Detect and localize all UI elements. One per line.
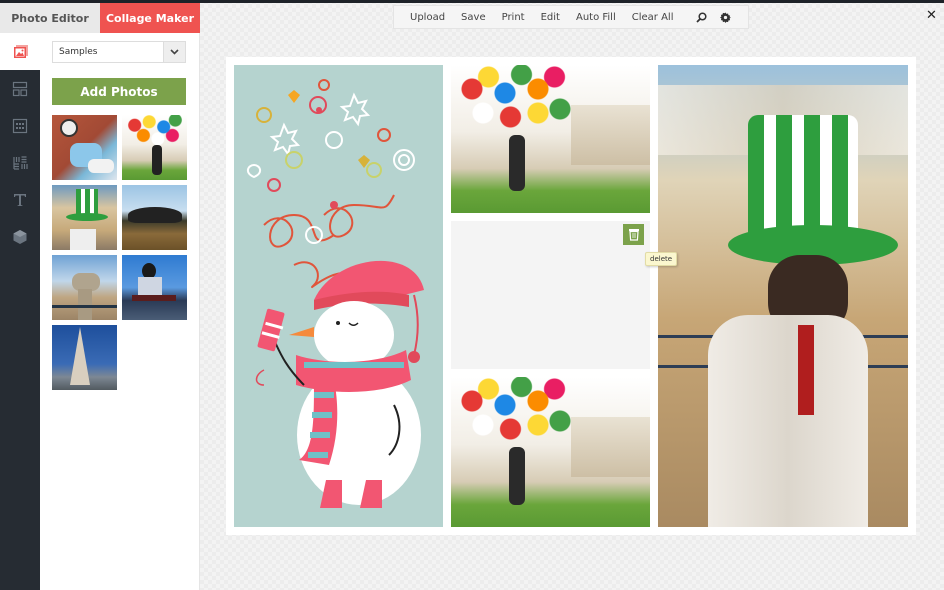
collage-canvas	[226, 57, 916, 535]
delete-tooltip: delete	[645, 252, 678, 266]
text-icon	[14, 193, 26, 206]
search-icon[interactable]	[689, 11, 713, 23]
sticker-icon	[13, 229, 27, 244]
binoculars-photo[interactable]	[52, 255, 117, 320]
upload-button[interactable]: Upload	[402, 12, 453, 23]
auto-fill-button[interactable]: Auto Fill	[568, 12, 624, 23]
collage-cell-balloons-bottom[interactable]	[451, 377, 650, 527]
rail-item-photos[interactable]	[0, 33, 41, 70]
tab-collage-maker[interactable]: Collage Maker	[100, 3, 200, 39]
trash-icon	[628, 229, 639, 241]
collage-cell-balloons-top[interactable]	[451, 65, 650, 213]
balloons-photo[interactable]	[122, 115, 187, 180]
mode-tabs: Photo Editor Collage Maker	[0, 3, 200, 39]
rail-item-text[interactable]	[0, 181, 40, 218]
main-toolbar: Upload Save Print Edit Auto Fill Clear A…	[393, 5, 749, 29]
chevron-down-icon	[163, 42, 185, 62]
print-button[interactable]: Print	[494, 12, 533, 23]
collage-cell-top-hat[interactable]	[658, 65, 908, 527]
source-select-value: Samples	[59, 47, 98, 57]
collage-cell-empty[interactable]	[451, 221, 650, 369]
pyramid-tower-photo[interactable]	[52, 325, 117, 390]
edit-button[interactable]: Edit	[533, 12, 568, 23]
clear-all-button[interactable]: Clear All	[624, 12, 682, 23]
tool-rail	[0, 33, 41, 590]
rail-item-grid[interactable]	[0, 107, 40, 144]
photos-icon	[13, 44, 28, 58]
trees-photo[interactable]	[122, 185, 187, 250]
rail-item-sticker[interactable]	[0, 218, 40, 255]
save-button[interactable]: Save	[453, 12, 494, 23]
gear-icon[interactable]	[713, 11, 737, 23]
side-panel: Samples Add Photos	[40, 33, 200, 590]
tab-photo-editor[interactable]: Photo Editor	[0, 3, 100, 33]
grid-icon	[12, 118, 28, 133]
collage-cell-snowman[interactable]	[234, 65, 443, 527]
top-hat-photo[interactable]	[52, 185, 117, 250]
close-icon[interactable]: ✕	[926, 8, 937, 23]
photo-thumbnails	[52, 115, 192, 390]
source-select[interactable]: Samples	[52, 41, 186, 63]
snowman-illustration	[247, 79, 424, 508]
rail-item-pattern[interactable]	[0, 144, 40, 181]
rail-item-layout[interactable]	[0, 70, 40, 107]
pattern-icon	[13, 155, 28, 170]
motorcycle-photo[interactable]	[52, 115, 117, 180]
delete-button[interactable]	[623, 224, 644, 245]
layout-icon	[12, 81, 28, 96]
add-photos-button[interactable]: Add Photos	[52, 78, 186, 105]
keyboardist-photo[interactable]	[122, 255, 187, 320]
